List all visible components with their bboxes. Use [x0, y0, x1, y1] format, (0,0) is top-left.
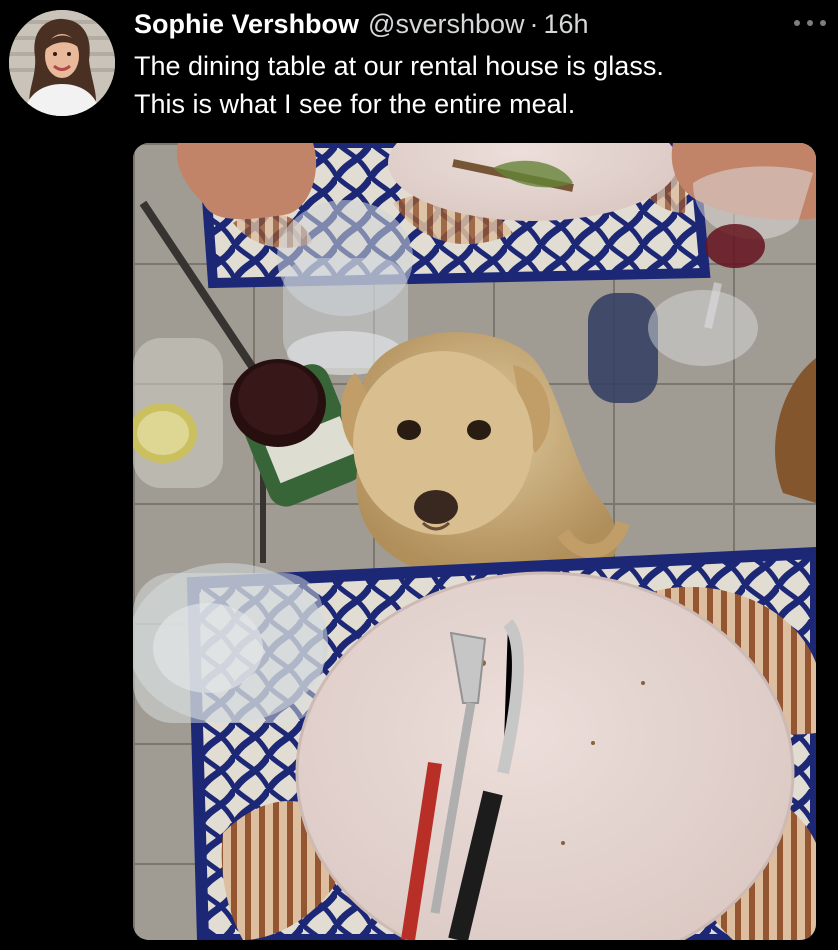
avatar[interactable]	[9, 10, 115, 116]
tweet-header: Sophie Vershbow @svershbow · 16h	[134, 6, 589, 42]
display-name[interactable]: Sophie Vershbow	[134, 6, 359, 42]
tweet[interactable]: Sophie Vershbow @svershbow · 16h The din…	[0, 0, 838, 950]
more-horizontal-icon[interactable]	[794, 18, 826, 28]
tweet-text-line: The dining table at our rental house is …	[134, 51, 664, 81]
tweet-text-line: This is what I see for the entire meal.	[134, 89, 576, 119]
more-dot	[794, 20, 800, 26]
timestamp[interactable]: 16h	[544, 6, 589, 42]
profile-photo	[9, 10, 115, 116]
user-handle[interactable]: @svershbow	[368, 6, 524, 42]
more-dot	[820, 20, 826, 26]
photo-dog-under-glass-table	[133, 143, 816, 940]
header-separator: ·	[529, 9, 539, 39]
more-dot	[807, 20, 813, 26]
tweet-text: The dining table at our rental house is …	[134, 47, 824, 123]
tweet-photo[interactable]	[133, 143, 816, 940]
